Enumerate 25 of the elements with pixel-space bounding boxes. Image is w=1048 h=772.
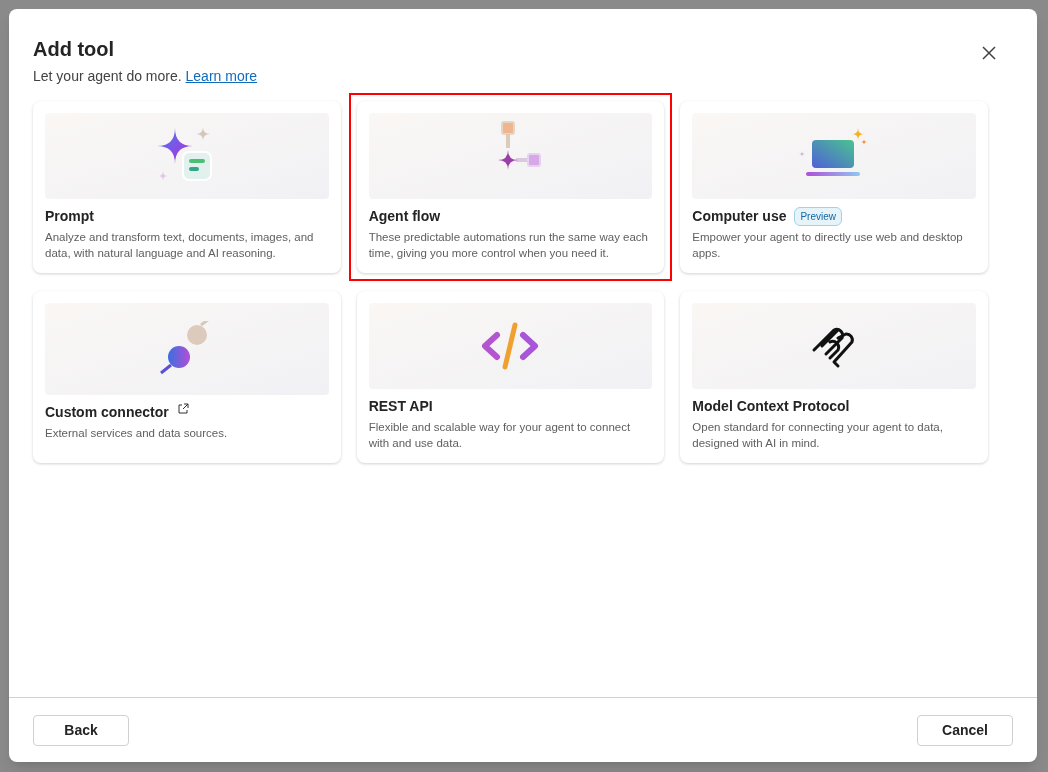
close-icon xyxy=(982,46,996,60)
card-description: External services and data sources. xyxy=(45,426,229,441)
tool-card[interactable]: Prompt Analyze and transform text, documents, images, and data, with natural language and AI reasoning. xyxy=(33,101,341,273)
card-description: Flexible and scalable way for your agent to connect with and use data. xyxy=(368,420,632,451)
card-title: Custom connector xyxy=(45,403,169,422)
tool-card[interactable]: Agent flow These predictable automations run the same way each time, giving you more control when you need it. xyxy=(356,101,665,273)
tool-card[interactable]: REST API Flexible and scalable way for your agent to connect with and use data. xyxy=(356,291,665,463)
dialog-subtitle: Let your agent do more. Learn more xyxy=(33,67,258,86)
card-title: Computer use xyxy=(692,207,787,226)
card-description: Analyze and transform text, documents, images, and data, with natural language and AI reasoning. xyxy=(45,230,315,261)
card-title: Agent flow xyxy=(368,207,441,226)
tool-card[interactable]: Model Context Protocol Open standard for connecting your agent to data, designed with AI in mind. xyxy=(680,291,988,463)
card-title: Model Context Protocol xyxy=(692,397,850,416)
learn-more-link[interactable]: Learn more xyxy=(185,68,258,84)
tool-card[interactable]: Custom connector External services and data sources. xyxy=(33,291,341,463)
back-button[interactable]: Back xyxy=(33,715,129,746)
tool-card[interactable]: Computer use Preview Empower your agent to directly use web and desktop apps. xyxy=(680,101,988,273)
dialog-title: Add tool xyxy=(33,37,116,61)
preview-badge: Preview xyxy=(794,207,843,226)
card-description: These predictable automations run the same way each time, giving you more control when you need it. xyxy=(368,230,649,261)
card-description: Open standard for connecting your agent to data, designed with AI in mind. xyxy=(692,420,944,451)
card-description: Empower your agent to directly use web and desktop apps. xyxy=(692,230,964,261)
card-title: REST API xyxy=(368,397,433,416)
cancel-button[interactable]: Cancel xyxy=(917,715,1013,746)
card-title: Prompt xyxy=(45,207,94,226)
